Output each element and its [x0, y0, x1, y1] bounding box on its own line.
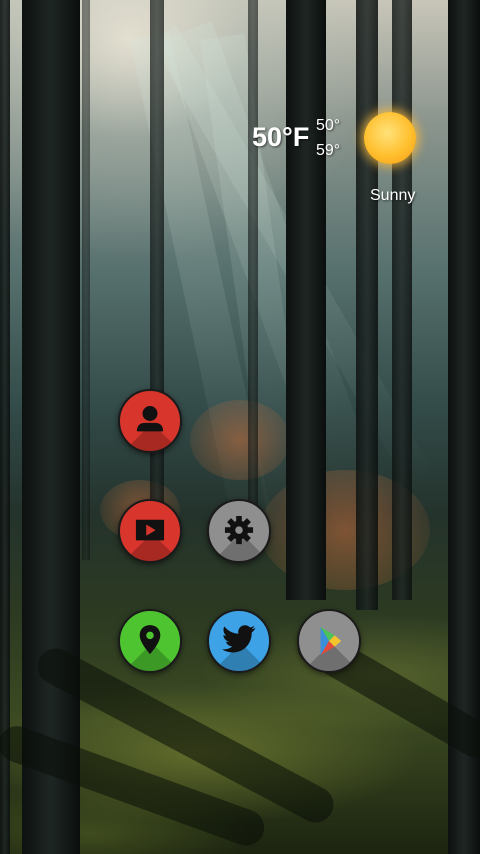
twitter-bird-icon: [222, 625, 256, 653]
play-screen-icon: [135, 519, 165, 541]
weather-widget[interactable]: 50°F 50° 59° Sunny: [250, 112, 430, 212]
youtube-app-icon[interactable]: [118, 499, 182, 563]
temperature-low: 59°: [316, 142, 341, 159]
settings-app-icon[interactable]: [207, 499, 271, 563]
home-screen: 50°F 50° 59° Sunny: [0, 0, 480, 854]
play-store-icon: [320, 626, 342, 656]
twitter-app-icon[interactable]: [207, 609, 271, 673]
map-pin-icon: [139, 625, 161, 655]
person-icon: [136, 406, 164, 432]
current-temperature: 50°F: [252, 122, 310, 152]
temperature-high: 50°: [316, 117, 341, 134]
contacts-app-icon[interactable]: [118, 389, 182, 453]
maps-app-icon[interactable]: [118, 609, 182, 673]
gear-icon: [224, 516, 254, 545]
sun-icon: [364, 112, 416, 164]
play-store-app-icon[interactable]: [297, 609, 361, 673]
weather-condition: Sunny: [370, 187, 416, 204]
